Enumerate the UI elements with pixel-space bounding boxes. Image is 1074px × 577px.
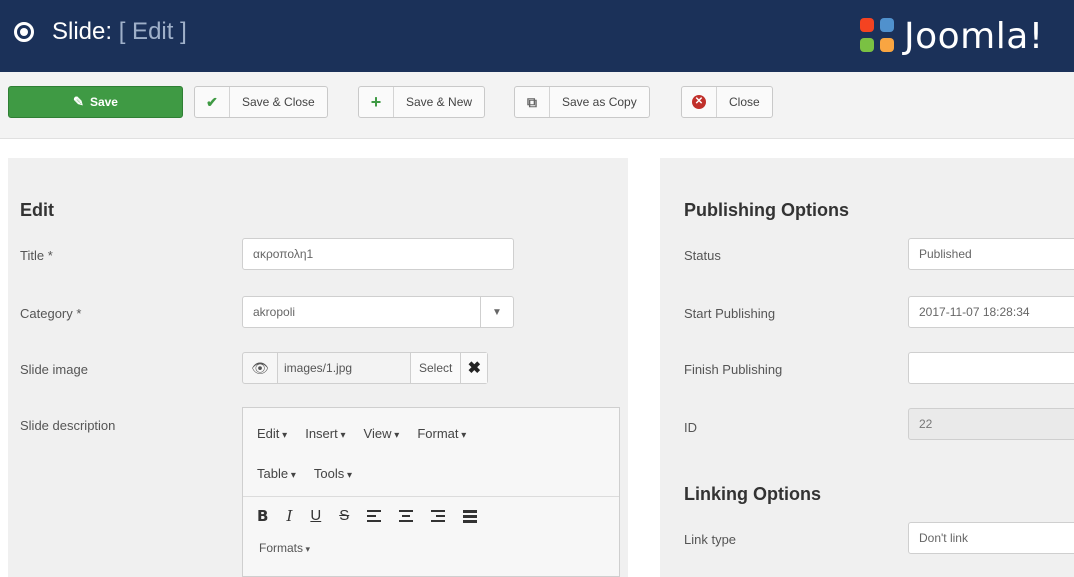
top-header-bar: Slide: [ Edit ] Joomla! <box>0 0 1074 72</box>
image-select-button[interactable]: Select <box>411 353 462 383</box>
title-input[interactable]: ακροπολη1 <box>242 238 514 270</box>
copy-icon: ⧉ <box>515 87 550 117</box>
clear-icon[interactable]: ✖ <box>461 353 488 383</box>
action-toolbar: ✎ Save ✔ Save & Close + Save & New ⧉ Sav… <box>0 72 1074 139</box>
save-new-label: Save & New <box>406 95 473 109</box>
bold-icon[interactable]: B <box>257 507 268 525</box>
formats-dropdown[interactable]: Formats <box>259 541 310 555</box>
title-label: Title * <box>20 248 53 263</box>
status-label: Status <box>684 248 721 263</box>
save-button-label: Save <box>89 95 118 109</box>
check-icon: ✔ <box>195 87 230 117</box>
link-type-value: Don't link <box>919 531 968 545</box>
save-button[interactable]: ✎ Save <box>8 86 183 118</box>
slide-description-label: Slide description <box>20 418 116 433</box>
underline-icon[interactable]: U <box>310 507 321 525</box>
align-justify-icon[interactable] <box>463 510 478 523</box>
save-new-button[interactable]: + Save & New <box>358 86 486 118</box>
category-label: Category * <box>20 306 82 321</box>
id-label: ID <box>684 420 697 435</box>
align-right-icon[interactable] <box>431 510 446 522</box>
page-title: Slide: [ Edit ] <box>14 18 187 46</box>
editor-menubar: Edit Insert View Format <box>257 426 466 441</box>
category-select[interactable]: akropoli ▼ <box>242 296 514 328</box>
image-path: images/1.jpg <box>278 353 411 383</box>
start-publishing-label: Start Publishing <box>684 306 776 321</box>
align-center-icon[interactable] <box>399 510 414 522</box>
save-as-copy-button[interactable]: ⧉ Save as Copy <box>514 86 650 118</box>
close-button[interactable]: ✕ Close <box>681 86 773 118</box>
title-value: ακροπολη1 <box>253 247 314 261</box>
menu-format[interactable]: Format <box>417 426 466 441</box>
italic-icon[interactable]: I <box>286 507 292 525</box>
slide-image-label: Slide image <box>20 362 88 377</box>
eye-icon[interactable]: 👁 <box>243 353 278 383</box>
category-value: akropoli <box>253 305 296 319</box>
edit-heading: Edit <box>20 200 54 220</box>
align-left-icon[interactable] <box>367 510 382 522</box>
status-select[interactable]: Published <box>908 238 1074 270</box>
menu-view[interactable]: View <box>364 426 400 441</box>
brand-name: Joomla! <box>904 16 1044 57</box>
editor-format-toolbar: B I U S Formats <box>243 496 619 576</box>
start-publishing-input[interactable]: 2017-11-07 18:28:34 <box>908 296 1074 328</box>
close-circle-icon: ✕ <box>682 87 717 117</box>
page-title-prefix: Slide: <box>52 18 113 45</box>
radio-record-icon <box>14 22 34 42</box>
editor-menubar-2: Table Tools <box>257 466 352 481</box>
strikethrough-icon[interactable]: S <box>339 507 349 525</box>
finish-publishing-input[interactable] <box>908 352 1074 384</box>
edit-icon: ✎ <box>73 94 84 109</box>
plus-icon: + <box>359 87 394 117</box>
id-field: 22 <box>908 408 1074 440</box>
linking-heading: Linking Options <box>684 484 821 504</box>
page-title-suffix: [ Edit ] <box>118 18 187 45</box>
menu-insert[interactable]: Insert <box>305 426 345 441</box>
menu-tools[interactable]: Tools <box>314 466 352 481</box>
menu-table[interactable]: Table <box>257 466 296 481</box>
joomla-brand: Joomla! <box>860 16 1044 57</box>
rich-text-editor: Edit Insert View Format Table Tools B I … <box>242 407 620 577</box>
finish-publishing-label: Finish Publishing <box>684 362 783 377</box>
save-as-copy-label: Save as Copy <box>562 95 637 109</box>
publishing-heading: Publishing Options <box>684 200 849 220</box>
close-label: Close <box>729 95 760 109</box>
start-publishing-value: 2017-11-07 18:28:34 <box>919 305 1030 319</box>
menu-edit[interactable]: Edit <box>257 426 287 441</box>
slide-image-field: 👁 images/1.jpg Select ✖ <box>242 352 489 384</box>
joomla-logo-icon <box>860 17 898 56</box>
status-value: Published <box>919 247 972 261</box>
save-close-button[interactable]: ✔ Save & Close <box>194 86 328 118</box>
link-type-select[interactable]: Don't link <box>908 522 1074 554</box>
link-type-label: Link type <box>684 532 737 547</box>
save-close-label: Save & Close <box>242 95 315 109</box>
id-value: 22 <box>919 417 933 431</box>
chevron-down-icon: ▼ <box>480 297 513 327</box>
